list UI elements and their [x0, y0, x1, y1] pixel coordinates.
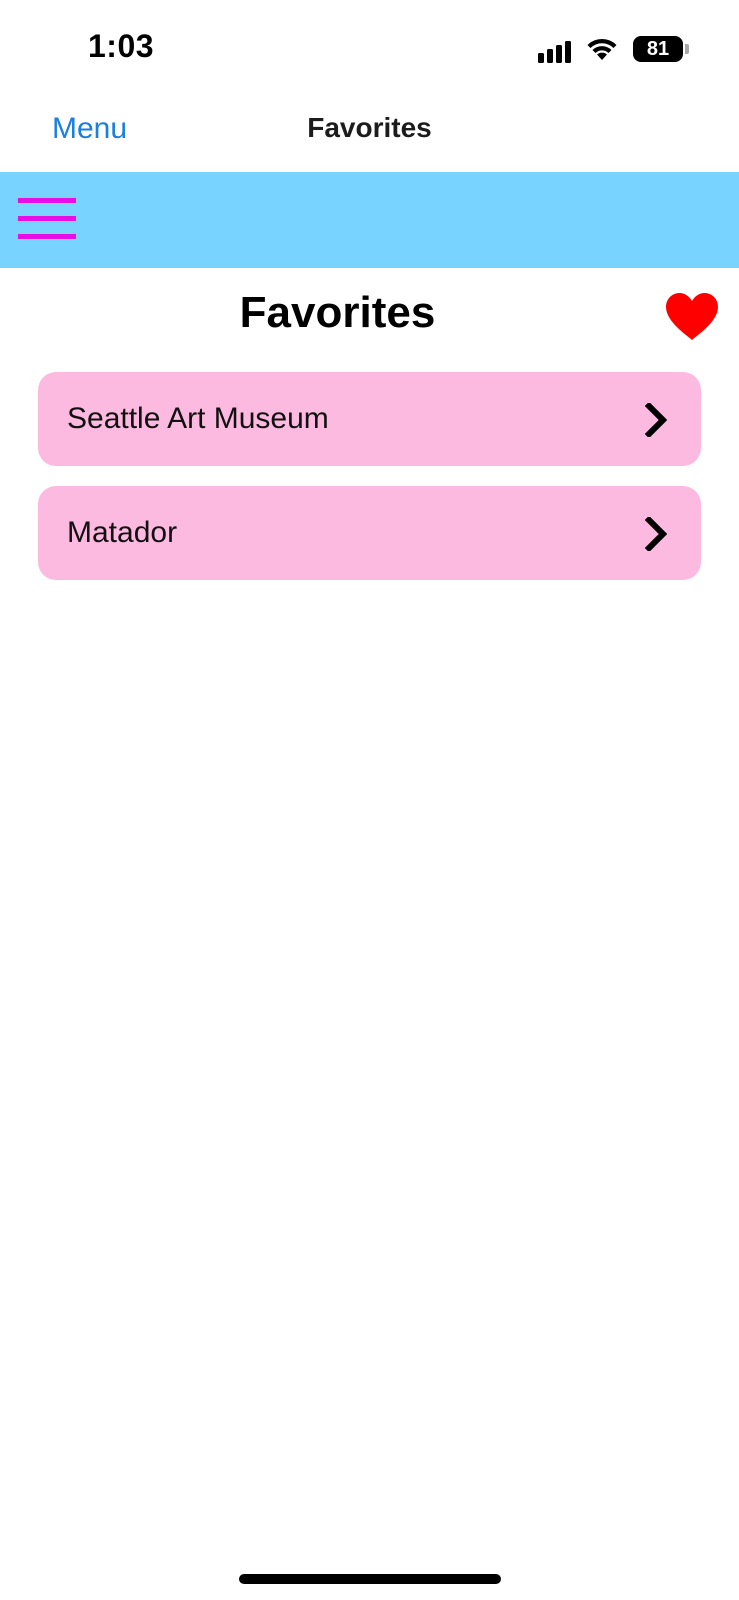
home-indicator[interactable]: [239, 1574, 501, 1584]
navigation-bar: Favorites Menu: [0, 96, 739, 172]
chevron-right-icon: [645, 517, 667, 551]
hamburger-icon[interactable]: [18, 198, 76, 242]
menu-back-button[interactable]: Menu: [52, 112, 127, 146]
status-time: 1:03: [88, 28, 155, 64]
favorites-screen: 1:03 81 Favorites Menu Favorites Seattle…: [0, 0, 739, 1600]
favorite-item[interactable]: Matador: [38, 486, 701, 580]
favorite-item-label: Seattle Art Museum: [67, 402, 329, 435]
header-band: [0, 172, 739, 268]
heart-icon[interactable]: [664, 292, 720, 342]
favorite-item-label: Matador: [67, 516, 178, 549]
signal-icon: [538, 35, 571, 63]
status-bar: 1:03 81: [0, 0, 739, 96]
battery-level: 81: [646, 37, 670, 60]
page-title: Favorites: [239, 288, 436, 337]
battery-icon: 81: [633, 36, 689, 62]
battery-tip: [685, 44, 689, 54]
chevron-right-icon: [645, 403, 667, 437]
wifi-icon: [587, 38, 617, 60]
favorites-list: Seattle Art Museum Matador: [38, 372, 701, 600]
favorite-item[interactable]: Seattle Art Museum: [38, 372, 701, 466]
status-icons: 81: [538, 34, 689, 64]
battery-body: 81: [633, 36, 683, 62]
